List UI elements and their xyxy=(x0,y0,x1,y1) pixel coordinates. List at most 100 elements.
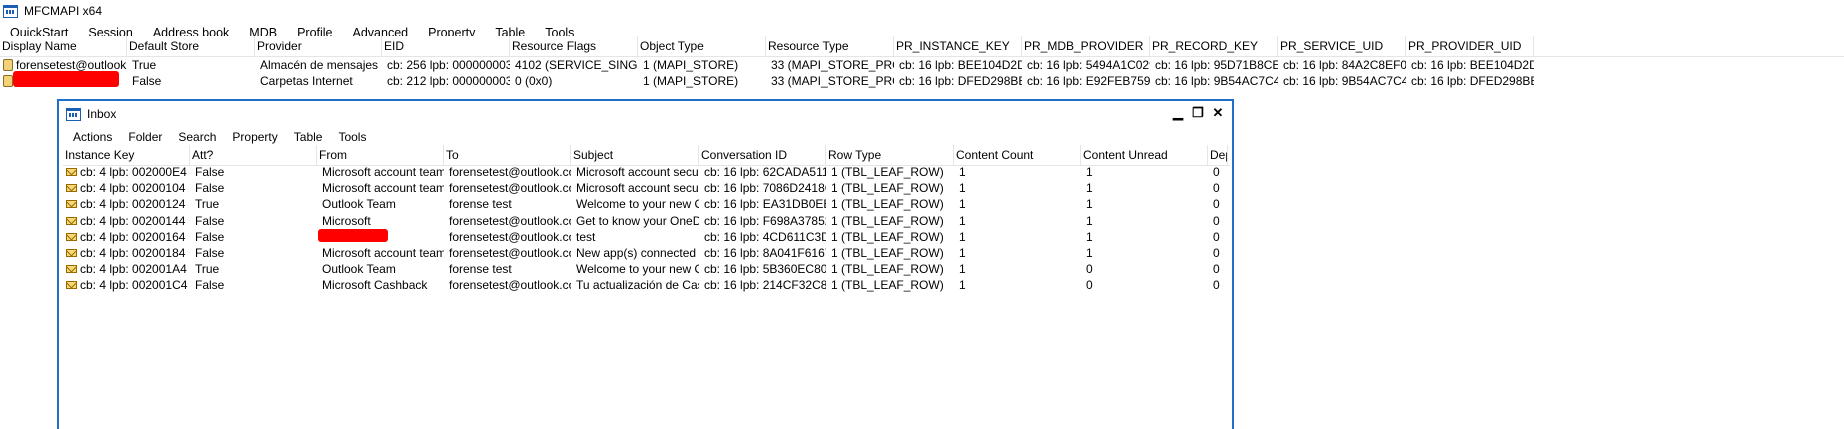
close-icon[interactable]: ✕ xyxy=(1212,105,1224,121)
table-cell: 0 xyxy=(1213,229,1220,244)
column-header-pr-instance-key[interactable]: PR_INSTANCE_KEY xyxy=(894,36,1022,56)
message-row[interactable]: cb: 4 lpb: 002001C4 False Microsoft Cashba… xyxy=(63,277,1228,293)
table-cell: forensetest@outlook.com xyxy=(449,246,571,260)
column-header-row-type[interactable]: Row Type xyxy=(826,145,954,165)
table-cell: True xyxy=(195,262,220,277)
envelope-icon xyxy=(66,200,77,209)
table-cell: cb: 212 lpb: 0000000038... xyxy=(387,74,510,88)
instance-key-cell: cb: 4 lpb: 002000E4 xyxy=(63,164,190,180)
redaction-bar xyxy=(318,229,388,242)
table-cell: 0 xyxy=(1086,278,1093,293)
table-cell: 1 xyxy=(959,213,966,228)
table-cell: 1 (TBL_LEAF_ROW) xyxy=(831,165,944,179)
column-header-dep[interactable]: Dep xyxy=(1208,145,1228,165)
table-cell: 1 xyxy=(959,165,966,179)
column-header-pr-service-uid[interactable]: PR_SERVICE_UID xyxy=(1278,36,1406,56)
table-cell: forensetest@outlook.com xyxy=(449,213,571,228)
envelope-icon xyxy=(66,249,77,257)
table-cell: 0 xyxy=(1213,197,1220,212)
column-header-provider[interactable]: Provider xyxy=(255,36,382,56)
table-cell: 1 xyxy=(959,278,966,293)
table-cell: Microsoft account team xyxy=(322,165,444,179)
app-title: MFCMAPI x64 xyxy=(24,4,103,18)
menu-item-search[interactable]: Search xyxy=(170,130,224,144)
instance-key-cell: cb: 4 lpb: 00200124 xyxy=(63,196,190,212)
column-header-to[interactable]: To xyxy=(444,145,571,165)
window-controls: ▁ ❐ ✕ xyxy=(1172,105,1224,121)
table-cell: True xyxy=(195,197,220,212)
instance-key-cell: cb: 4 lpb: 00200184 xyxy=(63,245,190,261)
column-header-eid[interactable]: EID xyxy=(382,36,510,56)
column-header-resource-type[interactable]: Resource Type xyxy=(766,36,894,56)
message-row[interactable]: cb: 4 lpb: 002001A4 True Outlook Team foren… xyxy=(63,261,1228,277)
column-header-instance-key[interactable]: Instance Key xyxy=(63,145,190,165)
message-store-icon xyxy=(3,59,13,71)
table-cell: 1 xyxy=(959,229,966,244)
message-row[interactable]: cb: 4 lpb: 00200144 False Microsoft forense… xyxy=(63,213,1228,229)
table-cell: cb: 16 lpb: 9B54AC7C42... xyxy=(1283,74,1406,88)
table-cell: 1 xyxy=(959,262,966,277)
envelope-icon xyxy=(66,281,77,290)
column-header-pr-record-key[interactable]: PR_RECORD_KEY xyxy=(1150,36,1278,56)
table-cell: 1 xyxy=(1086,229,1093,244)
envelope-icon xyxy=(66,232,77,241)
app-window-icon xyxy=(3,4,18,18)
table-cell: cb: 16 lpb: 62CADA5114... xyxy=(704,165,826,179)
table-cell: Welcome to your new O... xyxy=(576,197,699,212)
table-cell: Outlook Team xyxy=(322,197,396,212)
store-row[interactable]: forensetest@outlook.... True Almacén de me… xyxy=(0,57,1534,73)
table-cell: 1 xyxy=(959,181,966,196)
table-cell: 1 xyxy=(959,246,966,260)
table-cell: 1 (TBL_LEAF_ROW) xyxy=(831,229,944,244)
table-cell: 1 (TBL_LEAF_ROW) xyxy=(831,262,944,277)
column-header-content-count[interactable]: Content Count xyxy=(954,145,1081,165)
menu-item-tools[interactable]: Tools xyxy=(330,130,374,144)
table-cell: Tu actualización de Cas... xyxy=(576,278,699,293)
table-cell: 33 (MAPI_STORE_PROVI... xyxy=(771,58,894,72)
column-header-object-type[interactable]: Object Type xyxy=(638,36,766,56)
table-cell: forensetest@outlook.com xyxy=(449,165,571,179)
table-cell: 1 xyxy=(1086,246,1093,260)
table-cell: cb: 16 lpb: 9B54AC7C42... xyxy=(1155,74,1278,88)
table-cell: 0 xyxy=(1086,262,1093,277)
column-header-default-store[interactable]: Default Store xyxy=(127,36,255,56)
column-header-pr-mdb-provider[interactable]: PR_MDB_PROVIDER xyxy=(1022,36,1150,56)
instance-key-cell: cb: 4 lpb: 00200104 xyxy=(63,180,190,196)
table-cell: 1 (TBL_LEAF_ROW) xyxy=(831,246,944,260)
table-cell: cb: 16 lpb: BEE104D2DD... xyxy=(1411,58,1534,72)
column-header-pr-provider-uid[interactable]: PR_PROVIDER_UID xyxy=(1406,36,1534,56)
stores-table-header: Display Name Default Store Provider EID Reso… xyxy=(0,36,1844,57)
message-row[interactable]: cb: 4 lpb: 00200104 False Microsoft accoun… xyxy=(63,180,1228,196)
inbox-menu-bar: Actions Folder Search Property Table Tools xyxy=(65,127,374,147)
column-header-conversation-id[interactable]: Conversation ID xyxy=(699,145,826,165)
table-cell: Microsoft account secur... xyxy=(576,181,699,196)
message-row[interactable]: cb: 4 lpb: 00200184 False Microsoft accoun… xyxy=(63,245,1228,261)
store-row[interactable]: False Carpetas Internet cb: 212 lpb: 00000… xyxy=(0,73,1534,89)
instance-key-cell: cb: 4 lpb: 002001C4 xyxy=(63,277,190,293)
menu-item-table[interactable]: Table xyxy=(286,130,331,144)
menu-item-property[interactable]: Property xyxy=(224,130,285,144)
column-header-from[interactable]: From xyxy=(317,145,444,165)
column-header-subject[interactable]: Subject xyxy=(571,145,699,165)
minimize-icon[interactable]: ▁ xyxy=(1172,105,1184,121)
restore-icon[interactable]: ❐ xyxy=(1192,105,1204,121)
column-header-resource-flags[interactable]: Resource Flags xyxy=(510,36,638,56)
envelope-icon xyxy=(66,216,77,225)
column-header-display-name[interactable]: Display Name xyxy=(0,36,127,56)
message-row[interactable]: cb: 4 lpb: 00200124 True Outlook Team foren… xyxy=(63,196,1228,212)
table-cell: Microsoft account team xyxy=(322,246,444,260)
table-cell: False xyxy=(195,229,225,244)
table-cell: cb: 16 lpb: 5B360EC8027... xyxy=(704,262,826,277)
column-header-att[interactable]: Att? xyxy=(190,145,317,165)
table-cell: cb: 16 lpb: DFED298BEC... xyxy=(1411,74,1534,88)
table-cell: 1 (TBL_LEAF_ROW) xyxy=(831,213,944,228)
instance-key-text: cb: 4 lpb: 00200164 xyxy=(80,229,186,244)
table-cell: 0 (0x0) xyxy=(515,74,553,88)
column-header-content-unread[interactable]: Content Unread xyxy=(1081,145,1208,165)
table-cell: 1 (TBL_LEAF_ROW) xyxy=(831,278,944,293)
menu-item-actions[interactable]: Actions xyxy=(65,130,120,144)
table-cell: False xyxy=(195,165,225,179)
message-row[interactable]: cb: 4 lpb: 00200164 False forensetest@outl… xyxy=(63,229,1228,245)
menu-item-folder[interactable]: Folder xyxy=(120,130,170,144)
message-row[interactable]: cb: 4 lpb: 002000E4 False Microsoft accoun… xyxy=(63,164,1228,180)
